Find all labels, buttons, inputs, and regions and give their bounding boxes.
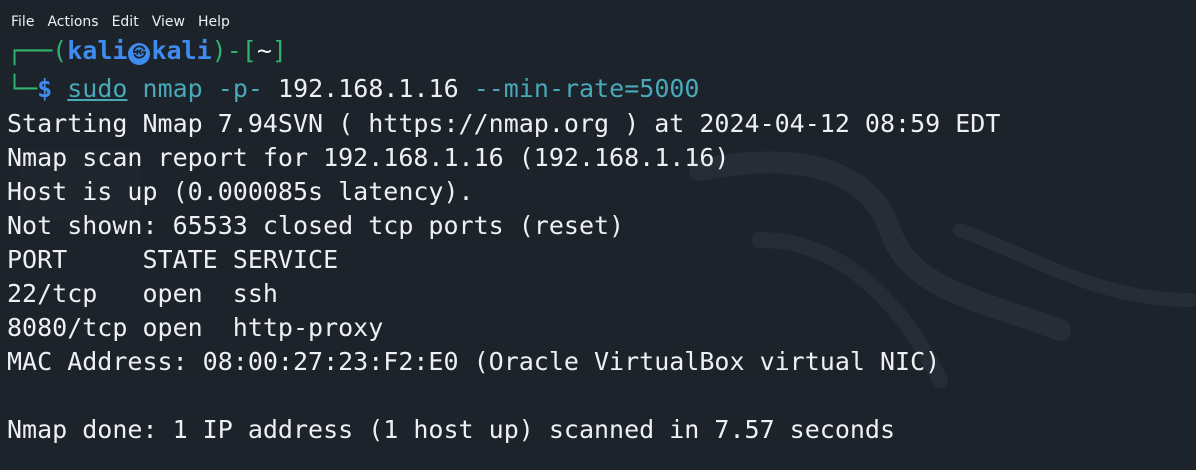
command-flag: -p-	[217, 74, 263, 103]
command-target: 192.168.1.16	[278, 74, 459, 103]
output-line-host-up: Host is up (0.000085s latency).	[7, 177, 474, 206]
ports-table-header: PORT STATE SERVICE	[7, 245, 339, 274]
command-sudo: sudo	[67, 74, 128, 103]
kali-skull-icon: ㉿	[128, 43, 151, 65]
terminal-window: File Actions Edit View Help ┌──(kali ㉿ kal…	[0, 0, 1196, 470]
ports-table-row: 8080/tcp open http-proxy	[7, 313, 384, 342]
output-line-mac: MAC Address: 08:00:27:23:F2:E0 (Oracle V…	[7, 347, 941, 376]
prompt-corner: └─	[7, 74, 38, 103]
ports-table-row: 22/tcp open ssh	[7, 279, 278, 308]
command-rate: --min-rate=5000	[473, 74, 700, 103]
prompt-host: kali	[151, 36, 212, 65]
output-line-not-shown: Not shown: 65533 closed tcp ports (reset…	[7, 211, 625, 240]
prompt-line: ┌──(kali ㉿ kali)-[~]	[7, 34, 287, 68]
output-line-report: Nmap scan report for 192.168.1.16 (192.1…	[7, 143, 730, 172]
prompt-user: kali	[67, 36, 128, 65]
output-line-start: Starting Nmap 7.94SVN ( https://nmap.org…	[7, 109, 1001, 138]
prompt-mid: )-[	[211, 36, 257, 65]
prompt-close: ]	[271, 36, 287, 65]
terminal-output[interactable]: ┌──(kali ㉿ kali)-[~] └─$ sudo nmap -p- 192…	[0, 36, 1196, 470]
prompt-dir: ~	[256, 36, 272, 65]
prompt-dollar: $	[37, 74, 53, 103]
output-line-done: Nmap done: 1 IP address (1 host up) scan…	[7, 415, 896, 444]
command-program: nmap	[142, 74, 203, 103]
prompt-open: ┌──(	[7, 36, 68, 65]
command-line: └─$ sudo nmap -p- 192.168.1.16 --min-rat…	[7, 72, 699, 106]
